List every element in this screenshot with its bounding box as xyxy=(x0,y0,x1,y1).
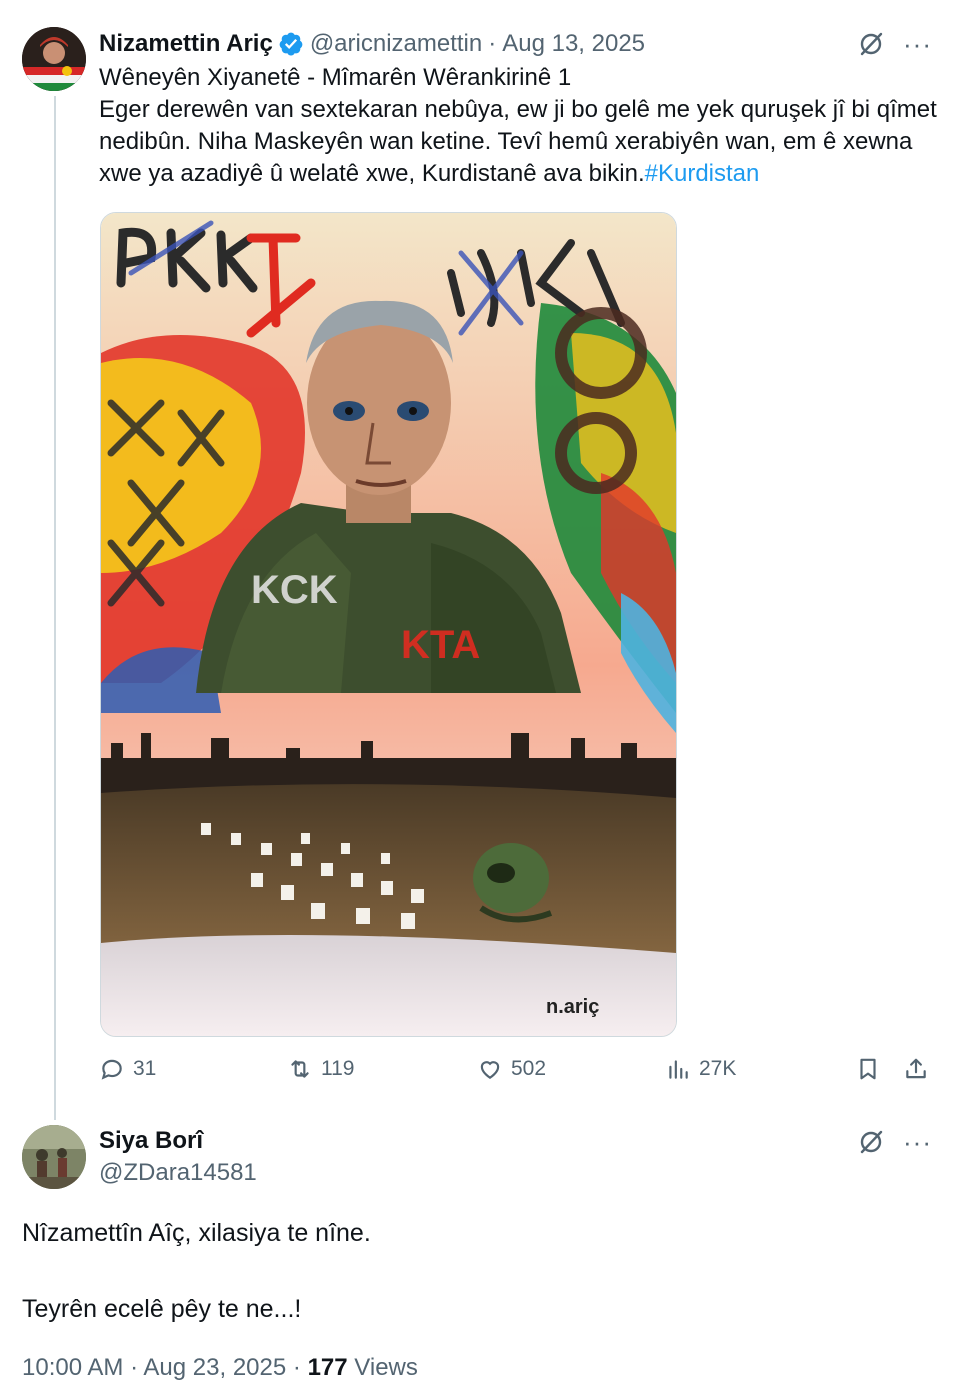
reply-top-actions: ··· xyxy=(857,1128,932,1156)
reply-count: 31 xyxy=(133,1057,157,1080)
author-name[interactable]: Nizamettin Ariç xyxy=(99,30,273,58)
meta-separator-2: · xyxy=(292,1354,301,1381)
bookmark-icon xyxy=(860,1058,876,1080)
views-button[interactable]: 27K xyxy=(665,1056,736,1082)
meta-separator: · xyxy=(130,1354,139,1381)
header-separator: · xyxy=(488,30,497,57)
share-icon xyxy=(906,1058,926,1079)
reply-text: Nîzamettîn Aîç, xilasiya te nîne. Teyrên… xyxy=(22,1214,922,1328)
verified-badge-icon xyxy=(279,32,303,56)
reply-icon xyxy=(101,1059,122,1080)
tweet-body-text: Eger derewên van sextekaran nebûya, ew j… xyxy=(99,96,937,187)
reply-views-count: 177 xyxy=(307,1354,348,1381)
tweet-actions-bar: 31 119 502 27K xyxy=(99,1056,939,1090)
repost-count: 119 xyxy=(321,1057,355,1080)
grok-icon[interactable] xyxy=(857,30,885,58)
reply-author-avatar[interactable] xyxy=(22,1125,86,1189)
painting-signature: n.ariç xyxy=(546,996,599,1018)
painting-text-kck: KCK xyxy=(251,568,338,612)
author-handle[interactable]: @aricnizamettin xyxy=(310,30,482,58)
reply-button[interactable]: 31 xyxy=(99,1056,156,1082)
like-count: 502 xyxy=(511,1057,547,1080)
reply-header: Siya Borî xyxy=(99,1127,203,1155)
repost-button[interactable]: 119 xyxy=(287,1056,354,1082)
author-avatar[interactable] xyxy=(22,27,86,91)
reply-author-handle[interactable]: @ZDara14581 xyxy=(99,1159,257,1187)
views-icon xyxy=(669,1060,688,1079)
like-button[interactable]: 502 xyxy=(477,1056,546,1082)
reply-date[interactable]: Aug 23, 2025 xyxy=(143,1354,286,1381)
hashtag-link[interactable]: #Kurdistan xyxy=(645,160,760,187)
reply-author-name[interactable]: Siya Borî xyxy=(99,1127,203,1154)
bookmark-button[interactable] xyxy=(855,1056,889,1082)
share-button[interactable] xyxy=(903,1056,937,1082)
tweet-date[interactable]: Aug 13, 2025 xyxy=(502,30,645,58)
painting-text-kta: KTA xyxy=(401,623,480,667)
tweet-image[interactable]: KCK KTA n.ariç xyxy=(100,212,677,1037)
grok-icon[interactable] xyxy=(857,1128,885,1156)
more-icon[interactable]: ··· xyxy=(903,31,932,57)
reply-time[interactable]: 10:00 AM xyxy=(22,1354,123,1381)
heart-icon xyxy=(480,1061,500,1079)
reply-views-label: Views xyxy=(354,1354,418,1381)
reply-line-1: Nîzamettîn Aîç, xilasiya te nîne. xyxy=(22,1219,371,1247)
tweet-text: Wêneyên Xiyanetê - Mîmarên Wêrankirinê 1… xyxy=(99,62,939,190)
repost-icon xyxy=(291,1060,309,1078)
views-count: 27K xyxy=(699,1057,737,1080)
tweet-top-actions: ··· xyxy=(857,30,932,58)
tweet-header: Nizamettin Ariç @aricnizamettin · Aug 13… xyxy=(99,28,645,60)
thread-connector-line xyxy=(54,96,56,1120)
painting-illustration: KCK KTA n.ariç xyxy=(101,213,676,1036)
more-icon[interactable]: ··· xyxy=(903,1129,932,1155)
thread: Nizamettin Ariç @aricnizamettin · Aug 13… xyxy=(0,0,958,1400)
reply-line-2: Teyrên ecelê pêy te ne...! xyxy=(22,1295,302,1323)
tweet-body: Eger derewên van sextekaran nebûya, ew j… xyxy=(99,94,939,190)
tweet-title-line: Wêneyên Xiyanetê - Mîmarên Wêrankirinê 1 xyxy=(99,64,572,91)
reply-meta: 10:00 AM · Aug 23, 2025 · 177 Views xyxy=(22,1354,418,1382)
